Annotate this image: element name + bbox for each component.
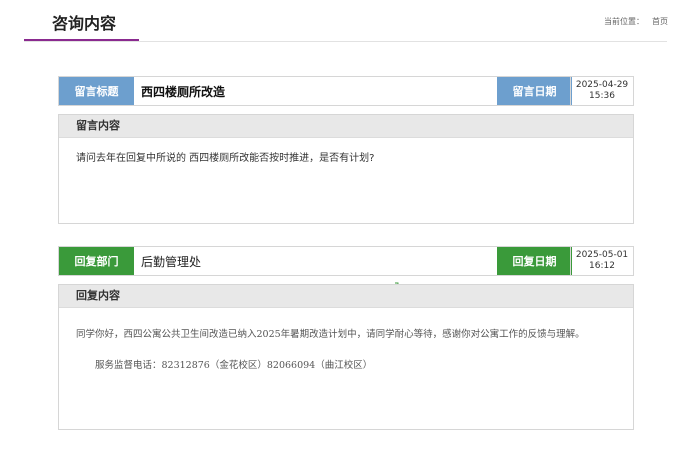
message-content-text: 请问去年在回复中所说的 西四楼厕所改能否按时推进，是否有计划? — [76, 153, 375, 164]
reply-date: 2025-05-01 — [575, 250, 629, 260]
header-divider — [24, 41, 667, 42]
reply-content-body: 同学你好，西四公寓公共卫生间改造已纳入2025年暑期改造计划中，请同学耐心等待，… — [59, 308, 633, 393]
message-title-value: 西四楼厕所改造 — [141, 84, 226, 99]
breadcrumb-home-link[interactable]: 首页 — [652, 17, 668, 26]
reply-phone-text: 服务监督电话：82312876（金花校区）82066094（曲江校区） — [95, 360, 373, 371]
message-time: 15:36 — [589, 91, 615, 101]
page-title: 咨询内容 — [52, 14, 117, 33]
reply-content-heading: 回复内容 — [59, 285, 633, 308]
message-date-label: 留言日期 — [497, 77, 572, 105]
reply-dept-label: 回复部门 — [59, 247, 134, 275]
reply-date-label: 回复日期 — [497, 247, 572, 275]
reply-dept-value: 后勤管理处 — [141, 254, 202, 269]
reply-content-section: 回复内容 同学你好，西四公寓公共卫生间改造已纳入2025年暑期改造计划中，请同学… — [58, 284, 634, 430]
breadcrumb: 当前位置： 首页 — [604, 16, 668, 27]
message-title-label: 留言标题 — [59, 77, 134, 105]
message-content-heading: 留言内容 — [59, 115, 633, 138]
message-info-bar: 留言标题 西四楼厕所改造 留言日期 2025-04-29 15:36 — [58, 76, 634, 106]
reply-time: 16:12 — [589, 261, 615, 271]
message-content-section: 留言内容 请问去年在回复中所说的 西四楼厕所改能否按时推进，是否有计划? — [58, 114, 634, 224]
breadcrumb-label: 当前位置： — [604, 17, 644, 26]
page-header: 咨询内容 当前位置： 首页 — [0, 0, 690, 42]
message-date: 2025-04-29 — [575, 80, 629, 90]
reply-info-bar: 回复部门 后勤管理处 回复日期 2025-05-01 16:12 — [58, 246, 634, 276]
reply-content-text: 同学你好，西四公寓公共卫生间改造已纳入2025年暑期改造计划中，请同学耐心等待，… — [76, 329, 585, 340]
message-date-value: 2025-04-29 15:36 — [570, 77, 633, 105]
reply-date-value: 2025-05-01 16:12 — [570, 247, 633, 275]
